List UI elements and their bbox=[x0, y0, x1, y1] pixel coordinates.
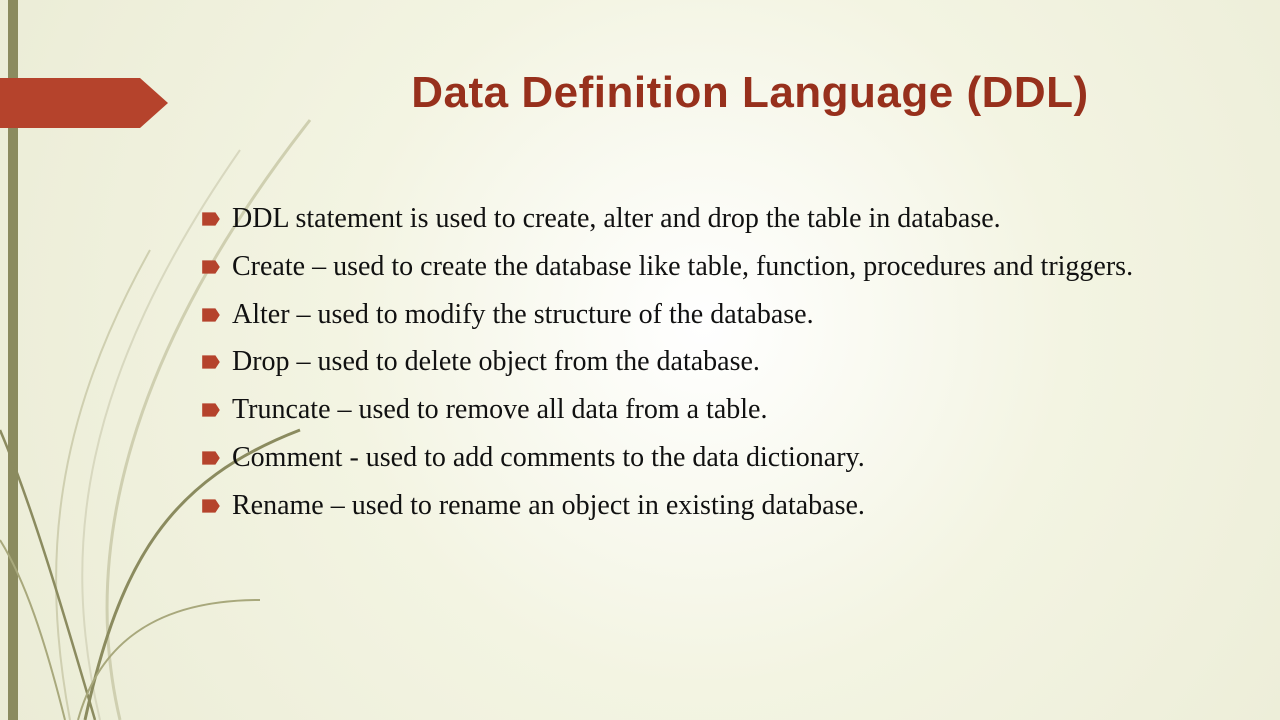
bullet-icon bbox=[200, 351, 222, 373]
list-item: Alter – used to modify the structure of … bbox=[200, 296, 1200, 334]
list-item: Comment - used to add comments to the da… bbox=[200, 439, 1200, 477]
header-arrow-decor bbox=[0, 78, 170, 128]
list-item: Truncate – used to remove all data from … bbox=[200, 391, 1200, 429]
list-item-text: Truncate – used to remove all data from … bbox=[232, 391, 1200, 429]
bullet-icon bbox=[200, 304, 222, 326]
bullet-icon bbox=[200, 447, 222, 469]
list-item-text: Drop – used to delete object from the da… bbox=[232, 343, 1200, 381]
bullet-icon bbox=[200, 495, 222, 517]
list-item: DDL statement is used to create, alter a… bbox=[200, 200, 1200, 238]
list-item-text: Comment - used to add comments to the da… bbox=[232, 439, 1200, 477]
bullet-icon bbox=[200, 256, 222, 278]
bullet-icon bbox=[200, 208, 222, 230]
list-item-text: DDL statement is used to create, alter a… bbox=[232, 200, 1200, 238]
bullet-icon bbox=[200, 399, 222, 421]
arrow-body bbox=[0, 78, 140, 128]
list-item-text: Alter – used to modify the structure of … bbox=[232, 296, 1200, 334]
list-item: Drop – used to delete object from the da… bbox=[200, 343, 1200, 381]
page-title: Data Definition Language (DDL) bbox=[280, 68, 1220, 118]
slide: Data Definition Language (DDL) DDL state… bbox=[0, 0, 1280, 720]
list-item: Create – used to create the database lik… bbox=[200, 248, 1200, 286]
list-item-text: Create – used to create the database lik… bbox=[232, 248, 1200, 286]
list-item: Rename – used to rename an object in exi… bbox=[200, 487, 1200, 525]
arrow-head bbox=[140, 78, 168, 128]
bullet-list: DDL statement is used to create, alter a… bbox=[200, 200, 1200, 535]
list-item-text: Rename – used to rename an object in exi… bbox=[232, 487, 1200, 525]
